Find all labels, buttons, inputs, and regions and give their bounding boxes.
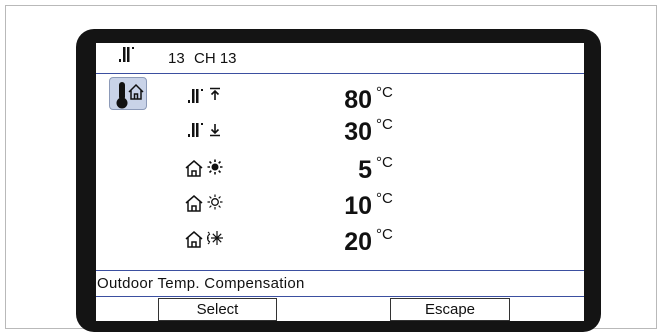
escape-button[interactable]: Escape: [390, 298, 510, 321]
header-divider: [96, 73, 584, 74]
mode-selector[interactable]: [109, 77, 147, 110]
unit-label: °C: [376, 226, 393, 243]
screen-header: 13 CH 13: [96, 43, 584, 73]
arrow-down-bar-icon: [210, 124, 220, 137]
house-icon: [185, 231, 203, 248]
status-divider-bottom: [96, 296, 584, 297]
snow-sun-icon: [207, 231, 223, 245]
thermometer-house-icon: [116, 82, 144, 109]
min-flow-value[interactable]: 30: [312, 118, 372, 147]
outdoor-mid-value[interactable]: 10: [312, 192, 372, 221]
outdoor-high-value[interactable]: 20: [312, 228, 372, 257]
channel-name: CH 13: [194, 50, 237, 67]
select-button[interactable]: Select: [158, 298, 277, 321]
radiator-icon: [188, 89, 203, 103]
radiator-icon: [188, 123, 203, 137]
unit-label: °C: [376, 190, 393, 207]
sun-filled-icon: [207, 159, 223, 175]
house-icon: [185, 195, 203, 212]
channel-number: 13: [168, 50, 185, 67]
status-text: Outdoor Temp. Compensation: [97, 275, 305, 292]
display-screen: 13 CH 13 80 °C 30 °C 5 °C 10 °C 20 °C Ou…: [96, 43, 584, 321]
outdoor-low-value[interactable]: 5: [312, 156, 372, 185]
unit-label: °C: [376, 154, 393, 171]
unit-label: °C: [376, 84, 393, 101]
status-divider-top: [96, 270, 584, 271]
unit-label: °C: [376, 116, 393, 133]
arrow-up-bar-icon: [210, 87, 220, 100]
radiator-icon: [119, 47, 134, 62]
house-icon: [185, 160, 203, 177]
sun-outline-icon: [207, 194, 223, 210]
max-flow-value[interactable]: 80: [312, 86, 372, 115]
